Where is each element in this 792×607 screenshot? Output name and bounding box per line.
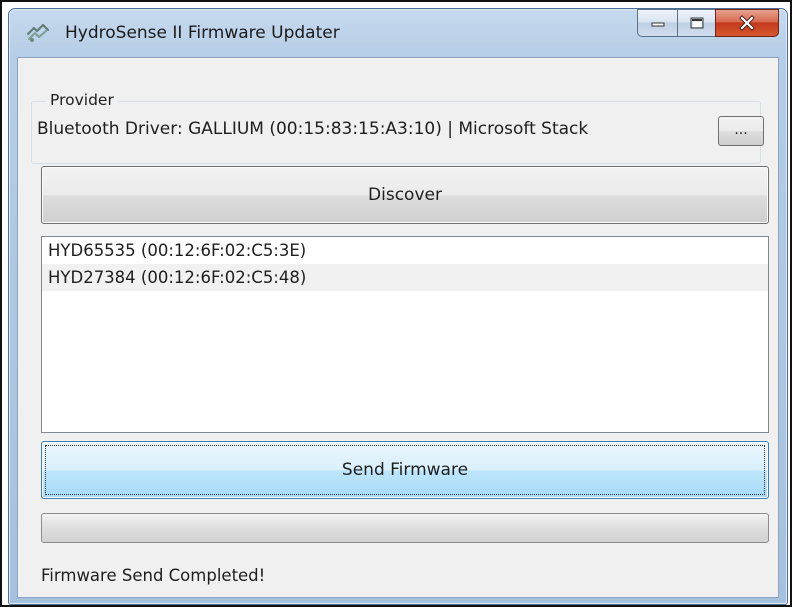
close-icon xyxy=(739,15,755,31)
maximize-button[interactable] xyxy=(677,9,715,37)
hydrosense-app-icon xyxy=(26,23,50,42)
discover-button[interactable]: Discover xyxy=(41,166,769,224)
focus-rectangle xyxy=(45,445,765,495)
device-list-item[interactable]: HYD65535 (00:12:6F:02:C5:3E) xyxy=(42,237,768,264)
firmware-progress-bar xyxy=(41,513,769,543)
device-list-item[interactable]: HYD27384 (00:12:6F:02:C5:48) xyxy=(42,264,768,291)
caption-buttons xyxy=(637,9,779,38)
close-button[interactable] xyxy=(715,9,779,37)
send-firmware-button[interactable]: Send Firmware xyxy=(41,441,769,499)
title-bar[interactable]: HydroSense II Firmware Updater xyxy=(9,9,787,57)
window-title: HydroSense II Firmware Updater xyxy=(65,23,340,43)
minimize-button[interactable] xyxy=(637,9,677,37)
browse-provider-button[interactable]: ... xyxy=(718,116,764,146)
status-text: Firmware Send Completed! xyxy=(41,566,266,585)
screenshot-frame: HydroSense II Firmware Updater Provider … xyxy=(0,0,792,607)
maximize-icon xyxy=(690,17,703,29)
provider-driver-text: Bluetooth Driver: GALLIUM (00:15:83:15:A… xyxy=(37,119,589,139)
provider-group-label: Provider xyxy=(46,91,118,109)
minimize-icon xyxy=(651,22,664,27)
device-list[interactable]: HYD65535 (00:12:6F:02:C5:3E) HYD27384 (0… xyxy=(41,236,769,433)
app-window: HydroSense II Firmware Updater Provider … xyxy=(8,8,788,605)
